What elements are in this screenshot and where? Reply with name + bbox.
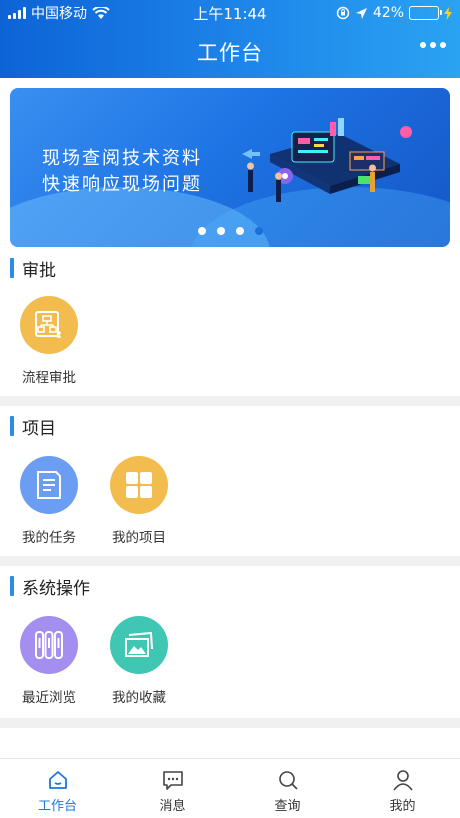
carousel-dot[interactable] xyxy=(254,227,263,235)
carrier-name: 中国移动 xyxy=(31,6,87,22)
section-approval: 审批 流程审批 xyxy=(0,250,460,396)
signal-icon xyxy=(8,7,26,19)
section-title: 审批 xyxy=(10,257,56,281)
page-title: 工作台 xyxy=(197,41,263,65)
tab-messages[interactable]: 消息 xyxy=(115,759,230,818)
charging-icon xyxy=(444,6,452,20)
tab-bar: 工作台 消息 查询 我的 xyxy=(0,758,460,818)
header: 中国移动 上午11:44 42% 工作台 xyxy=(0,0,460,78)
tab-workbench[interactable]: 工作台 xyxy=(0,759,115,818)
picture-icon xyxy=(110,616,168,674)
ellipsis-icon[interactable] xyxy=(420,42,446,48)
tab-search[interactable]: 查询 xyxy=(230,759,345,818)
wifi-icon xyxy=(92,6,110,19)
nav-bar: 工作台 xyxy=(0,26,460,78)
flowchart-icon xyxy=(20,296,78,354)
carousel-dot[interactable] xyxy=(197,227,206,235)
section-title: 项目 xyxy=(10,415,56,439)
banner-line-2: 快速响应现场问题 xyxy=(42,174,202,195)
section-system: 系统操作 最近浏览 我的收藏 xyxy=(0,566,460,718)
search-icon xyxy=(278,771,298,790)
main-content: 现场查阅技术资料 快速响应现场问题 审批 流程审批 项目 我的任务 我的项目 系… xyxy=(0,78,460,758)
battery-percent: 42% xyxy=(372,5,404,21)
books-icon xyxy=(20,616,78,674)
carousel-indicators xyxy=(10,227,450,235)
home-icon xyxy=(48,771,67,789)
banner-text: 现场查阅技术资料 快速响应现场问题 xyxy=(42,146,202,198)
tile-my-tasks[interactable]: 我的任务 xyxy=(9,456,89,546)
rotation-lock-icon xyxy=(336,6,350,20)
banner-illustration xyxy=(242,118,412,202)
grid-icon xyxy=(110,456,168,514)
section-project: 项目 我的任务 我的项目 xyxy=(0,406,460,556)
status-bar: 中国移动 上午11:44 42% xyxy=(0,0,460,26)
banner-carousel[interactable]: 现场查阅技术资料 快速响应现场问题 xyxy=(10,88,450,247)
message-icon xyxy=(162,771,183,790)
location-icon xyxy=(355,7,367,19)
section-title: 系统操作 xyxy=(10,575,90,599)
battery-icon xyxy=(409,6,442,20)
carousel-dot[interactable] xyxy=(235,227,244,235)
carousel-dot[interactable] xyxy=(216,227,225,235)
tile-my-projects[interactable]: 我的项目 xyxy=(99,456,179,546)
tile-my-favorites[interactable]: 我的收藏 xyxy=(99,616,179,706)
banner-line-1: 现场查阅技术资料 xyxy=(42,148,202,169)
tile-process-approval[interactable]: 流程审批 xyxy=(9,296,89,386)
tile-recent-browse[interactable]: 最近浏览 xyxy=(9,616,89,706)
user-icon xyxy=(392,770,413,791)
tab-mine[interactable]: 我的 xyxy=(345,759,460,818)
document-icon xyxy=(20,456,78,514)
